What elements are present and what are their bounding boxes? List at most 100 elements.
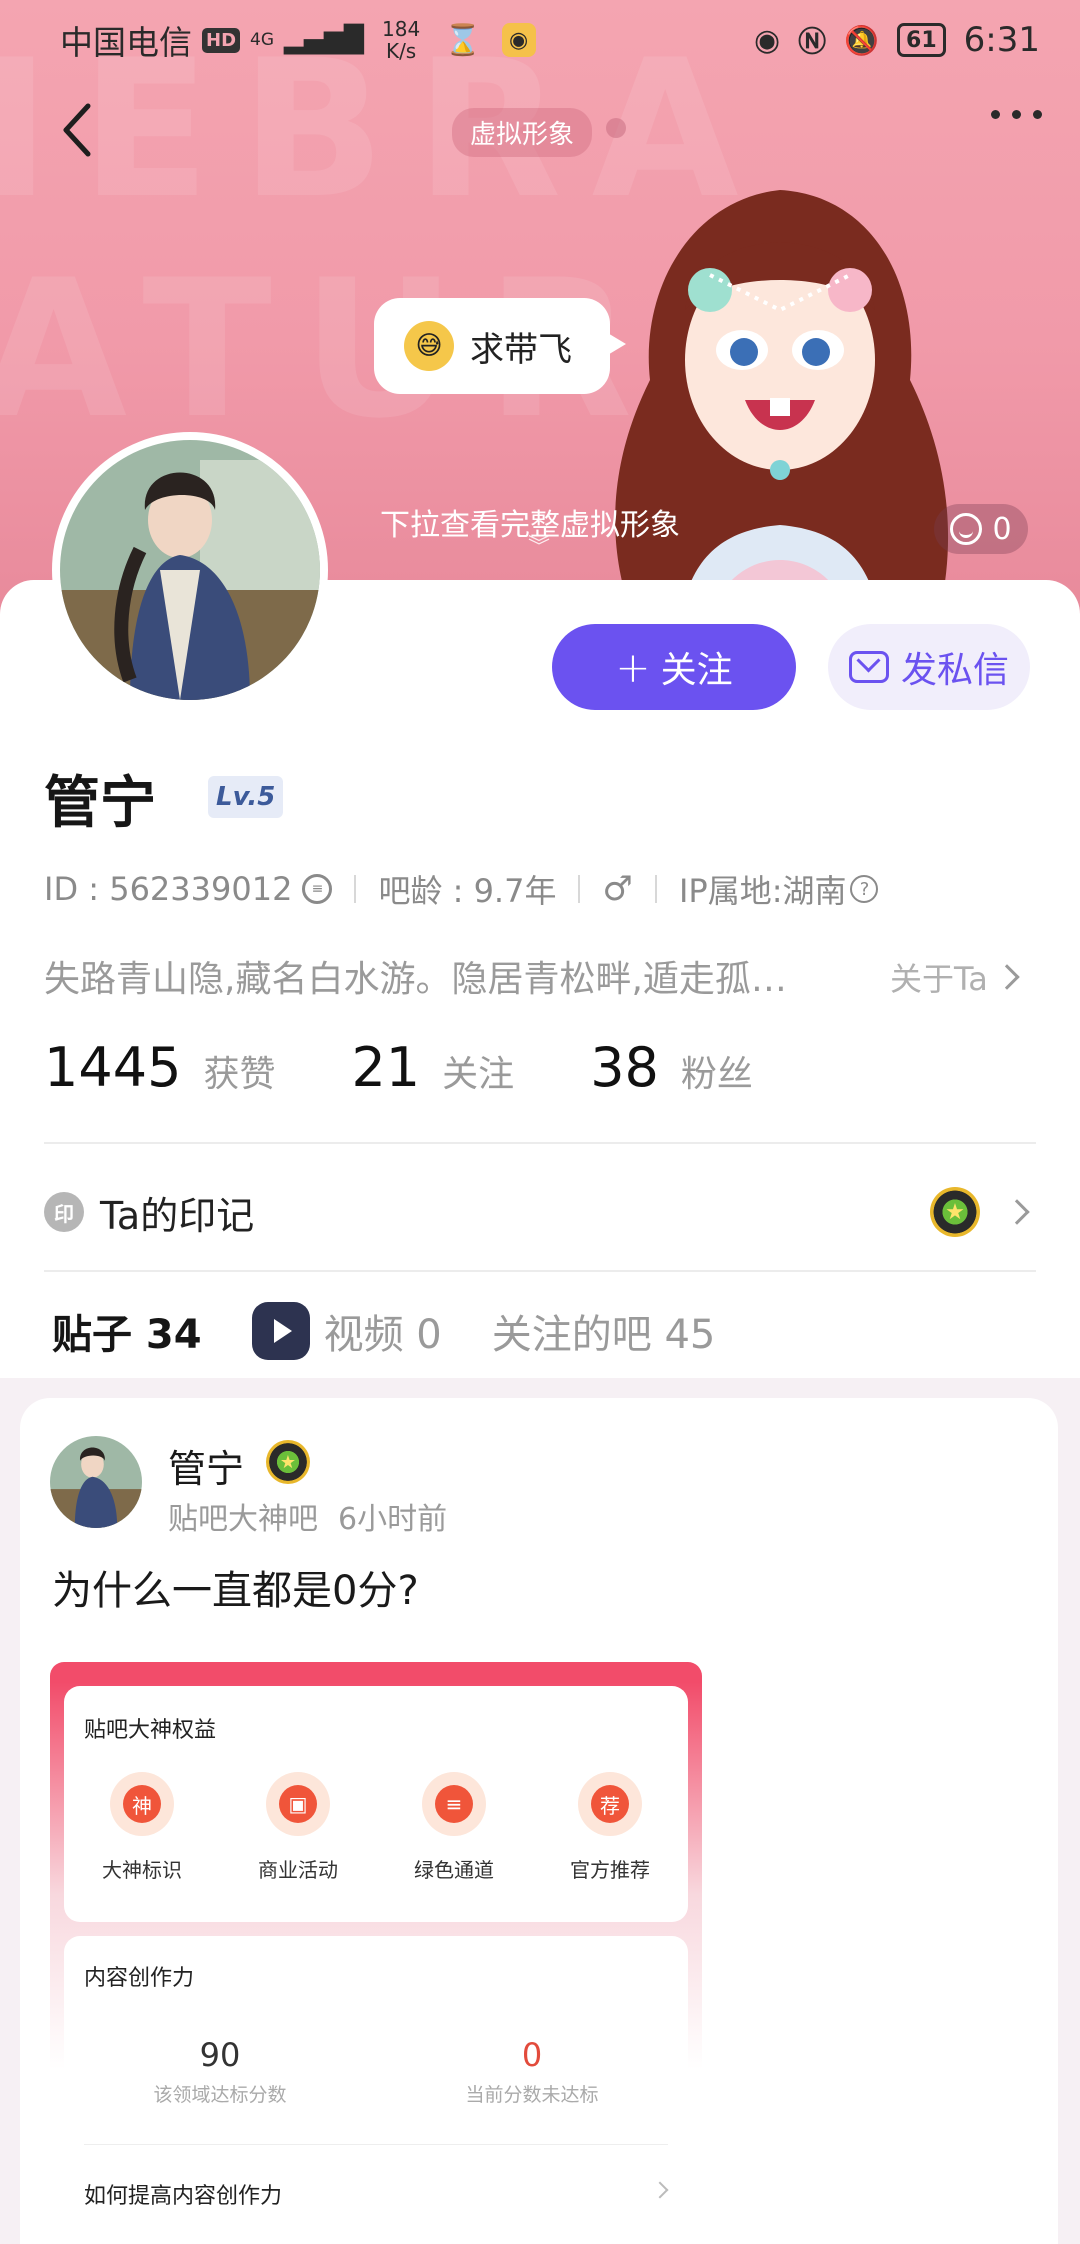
chevron-right-icon xyxy=(651,2181,669,2199)
god-badge-icon: ★ xyxy=(930,1187,980,1237)
perk-icon-glyph: ≡ xyxy=(435,1785,473,1823)
smile-icon xyxy=(950,513,983,545)
weibo-icon: ◉ xyxy=(501,23,536,57)
stat-label: 粉丝 xyxy=(680,1054,753,1095)
net-speed-unit: K/s xyxy=(385,39,417,63)
video-play-icon xyxy=(251,1302,310,1360)
more-options-icon[interactable] xyxy=(991,110,1042,119)
perk-label: 绿色通道 xyxy=(414,1858,494,1882)
perk-icon-glyph: ▣ xyxy=(279,1785,317,1823)
nfc-icon: Ⓝ xyxy=(798,25,827,58)
speech-text: 求带飞 xyxy=(470,329,572,370)
tab-followed-bars[interactable]: 关注的吧 45 xyxy=(492,1302,716,1360)
meta-separator xyxy=(354,875,357,903)
perks-title: 贴吧大神权益 xyxy=(84,1718,217,1743)
hd-badge: HD xyxy=(202,27,241,53)
net-speed: 184 K/s xyxy=(382,18,420,62)
fast-track-icon: ≡ xyxy=(422,1772,486,1836)
chevron-right-icon xyxy=(994,964,1020,990)
meta-separator xyxy=(578,875,581,903)
battery-icon: 61 xyxy=(897,23,946,57)
avatar-illustration xyxy=(50,1436,142,1528)
post-card[interactable]: 管宁 ★ 贴吧大神吧 6小时前 为什么一直都是0分? 贴吧大神权益 神 大神标识… xyxy=(20,1398,1058,2244)
tab-label: 视频 0 xyxy=(323,1312,442,1358)
seal-row[interactable]: 印 Ta的印记 ★ xyxy=(44,1180,1036,1244)
perk-item: 荐 官方推荐 xyxy=(540,1772,680,1883)
virtual-avatar-character[interactable] xyxy=(560,140,1000,620)
avatar-like-count: 0 xyxy=(992,511,1012,547)
user-id: ID : 562339012 xyxy=(44,870,293,908)
pill-indicator-dot xyxy=(606,118,626,138)
post-bar-name[interactable]: 贴吧大神吧 xyxy=(168,1494,318,1538)
perk-icon-glyph: 荐 xyxy=(591,1785,629,1823)
score-current-label: 当前分数未达标 xyxy=(465,2084,599,2106)
god-mark-icon: 神 xyxy=(110,1772,174,1836)
send-message-button[interactable]: 发私信 xyxy=(828,624,1030,710)
shopping-bag-icon: ▣ xyxy=(266,1772,330,1836)
profile-meta-row: ID : 562339012 ≡ 吧龄 : 9.7年 ♂ IP属地:湖南 ? xyxy=(44,866,879,912)
profile-bio: 失路青山隐,藏名白水游。隐居青松畔,遁走孤… xyxy=(44,959,787,1000)
divider xyxy=(44,1142,1036,1144)
signal-icon: ▂▄▆█ xyxy=(284,25,364,55)
divider xyxy=(44,1270,1036,1272)
creativity-panel: 内容创作力 90 该领域达标分数 0 当前分数未达标 如何提高内容创作力 xyxy=(64,1936,688,2244)
tab-label: 关注的吧 45 xyxy=(491,1312,716,1358)
avatar-like-button[interactable]: 0 xyxy=(934,504,1028,554)
level-badge[interactable]: Lv.5 xyxy=(208,776,284,818)
tab-posts[interactable]: 贴子 34 xyxy=(52,1302,202,1388)
speech-bubble: 😅 求带飞 xyxy=(374,298,626,394)
perk-item: ≡ 绿色通道 xyxy=(384,1772,524,1883)
avatar-illustration xyxy=(60,440,320,700)
network-type: 4G xyxy=(250,30,275,50)
perk-item: ▣ 商业活动 xyxy=(228,1772,368,1883)
post-author-name[interactable]: 管宁 xyxy=(168,1438,244,1493)
carrier-label: 中国电信 xyxy=(60,23,192,62)
about-label: 关于Ta xyxy=(890,960,988,998)
clock: 6:31 xyxy=(963,20,1040,60)
god-badge-icon: ★ xyxy=(266,1440,310,1484)
meta-separator xyxy=(654,875,657,903)
bar-age: 吧龄 : 9.7年 xyxy=(378,872,557,910)
gender-male-icon: ♂ xyxy=(602,869,633,909)
stat-label: 获赞 xyxy=(203,1054,276,1095)
post-time: 6小时前 xyxy=(338,1502,448,1537)
creativity-title: 内容创作力 xyxy=(84,1966,195,1991)
double-chevron-down-icon: ︾ xyxy=(528,535,551,560)
profile-name: 管宁 xyxy=(44,771,156,836)
chevron-right-icon xyxy=(1004,1199,1030,1225)
perk-label: 商业活动 xyxy=(258,1858,338,1882)
score-current: 0 当前分数未达标 xyxy=(376,2036,688,2107)
post-image[interactable]: 贴吧大神权益 神 大神标识 ▣ 商业活动 ≡ 绿色通道 荐 官方推荐 内容创作力… xyxy=(50,1662,702,2244)
seal-label: Ta的印记 xyxy=(100,1193,255,1238)
copy-id-icon[interactable]: ≡ xyxy=(302,874,333,904)
eye-icon: ◉ xyxy=(753,22,781,58)
perks-panel: 贴吧大神权益 神 大神标识 ▣ 商业活动 ≡ 绿色通道 荐 官方推荐 xyxy=(64,1686,688,1922)
perk-label: 官方推荐 xyxy=(570,1858,650,1882)
tab-label: 贴子 34 xyxy=(52,1312,202,1358)
post-title[interactable]: 为什么一直都是0分? xyxy=(52,1558,419,1616)
post-author-avatar[interactable] xyxy=(50,1436,142,1528)
perk-label: 大神标识 xyxy=(102,1858,182,1882)
sweat-emoji-icon: 😅 xyxy=(404,321,454,371)
status-bar: 中国电信 HD 4G ▂▄▆█ 184 K/s ⌛ ◉ ◉ Ⓝ 🔕 61 6:3… xyxy=(0,0,1080,80)
perk-icon-glyph: 神 xyxy=(123,1785,161,1823)
net-speed-value: 184 xyxy=(382,17,421,41)
about-link[interactable]: 关于Ta xyxy=(890,954,1020,1000)
profile-stats: 1445 获赞 21 关注 38 粉丝 xyxy=(44,1036,829,1099)
improve-link: 如何提高内容创作力 xyxy=(84,2184,283,2209)
stat-likes[interactable]: 1445 获赞 xyxy=(44,1036,275,1099)
stat-fans[interactable]: 38 粉丝 xyxy=(590,1036,753,1099)
profile-avatar[interactable] xyxy=(52,432,328,708)
back-arrow-icon[interactable] xyxy=(58,100,98,160)
help-icon[interactable]: ? xyxy=(850,875,879,903)
stat-label: 关注 xyxy=(442,1054,515,1095)
follow-button[interactable]: + 关注 xyxy=(552,624,796,710)
stat-following[interactable]: 21 关注 xyxy=(351,1036,514,1099)
envelope-icon xyxy=(848,651,889,683)
virtual-avatar-pill[interactable]: 虚拟形象 xyxy=(452,108,593,157)
tab-videos[interactable]: 视频 0 xyxy=(251,1302,442,1360)
score-current-value: 0 xyxy=(521,2036,543,2074)
plus-icon: + xyxy=(615,642,651,692)
score-required-label: 该领域达标分数 xyxy=(153,2084,287,2106)
stat-number: 21 xyxy=(351,1036,421,1099)
